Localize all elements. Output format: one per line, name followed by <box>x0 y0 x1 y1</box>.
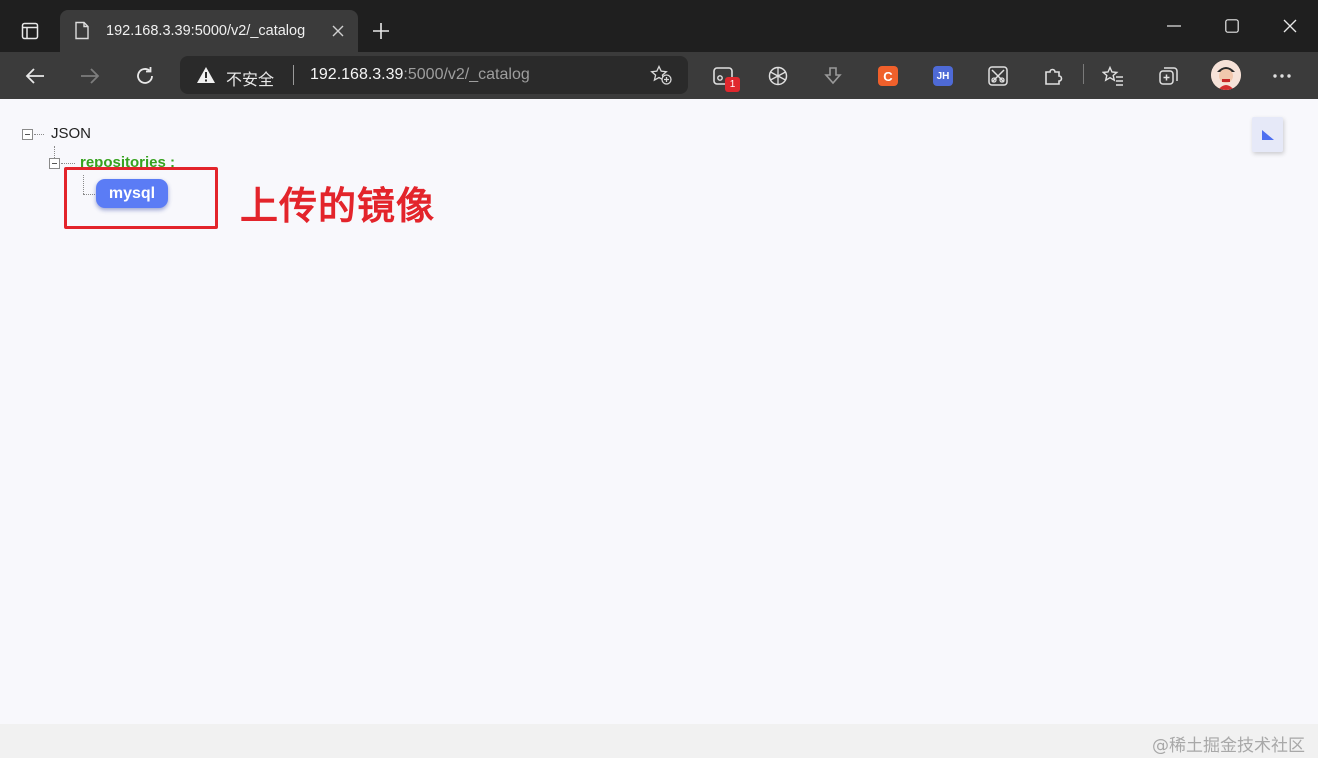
tab-actions-icon[interactable] <box>12 14 48 48</box>
close-window-icon[interactable] <box>1270 10 1310 42</box>
toolbar-separator <box>1083 64 1084 84</box>
c-extension-icon[interactable]: C <box>873 61 903 91</box>
security-label[interactable]: 不安全 <box>226 66 274 90</box>
page-icon <box>74 21 90 45</box>
more-options-icon[interactable] <box>1267 61 1297 91</box>
collapse-repositories-toggle[interactable] <box>49 158 60 169</box>
back-icon[interactable] <box>18 59 52 93</box>
pattern-extension-icon[interactable] <box>983 61 1013 91</box>
page-content: JSON repositories : mysql 上传的镜像 <box>0 99 1318 724</box>
favorites-icon[interactable] <box>1098 61 1128 91</box>
new-tab-icon[interactable] <box>366 16 396 46</box>
profile-avatar[interactable] <box>1211 60 1241 90</box>
warning-icon[interactable] <box>196 66 216 89</box>
add-favorite-icon[interactable] <box>650 64 672 90</box>
extension-badge: 1 <box>725 77 740 92</box>
title-bar: 192.168.3.39:5000/v2/_catalog <box>0 0 1318 52</box>
highlight-box <box>64 167 218 229</box>
toggle-view-button[interactable] <box>1252 117 1283 152</box>
url-text[interactable]: 192.168.3.39:5000/v2/_catalog <box>310 66 530 84</box>
tab-title: 192.168.3.39:5000/v2/_catalog <box>106 23 306 39</box>
refresh-icon[interactable] <box>128 59 162 93</box>
corner-triangle-icon <box>1261 129 1274 140</box>
address-separator <box>293 65 294 85</box>
collections-icon[interactable] <box>1154 61 1184 91</box>
minimize-icon[interactable] <box>1154 10 1194 42</box>
jh-extension-label: JH <box>933 66 953 86</box>
url-path: :5000/v2/_catalog <box>403 66 530 83</box>
address-bar[interactable]: 不安全 192.168.3.39:5000/v2/_catalog <box>180 56 688 94</box>
tree-connector <box>34 134 44 135</box>
tree-connector <box>54 146 55 158</box>
url-host: 192.168.3.39 <box>310 66 404 83</box>
browser-tab[interactable]: 192.168.3.39:5000/v2/_catalog <box>60 10 358 52</box>
navigation-bar: 不安全 192.168.3.39:5000/v2/_catalog C JH <box>0 52 1318 99</box>
forward-icon[interactable] <box>73 59 107 93</box>
tree-root-label: JSON <box>51 125 92 142</box>
maximize-icon[interactable] <box>1212 10 1252 42</box>
download-extension-icon[interactable] <box>818 61 848 91</box>
annotation-text: 上传的镜像 <box>240 184 436 228</box>
watermark: @稀土掘金技术社区 <box>1152 736 1305 756</box>
tree-connector <box>61 163 75 164</box>
c-extension-label: C <box>878 66 898 86</box>
collapse-root-toggle[interactable] <box>22 129 33 140</box>
jh-extension-icon[interactable]: JH <box>928 61 958 91</box>
openai-extension-icon[interactable] <box>763 61 793 91</box>
extensions-puzzle-icon[interactable] <box>1038 61 1068 91</box>
tab-close-icon[interactable] <box>326 19 350 43</box>
